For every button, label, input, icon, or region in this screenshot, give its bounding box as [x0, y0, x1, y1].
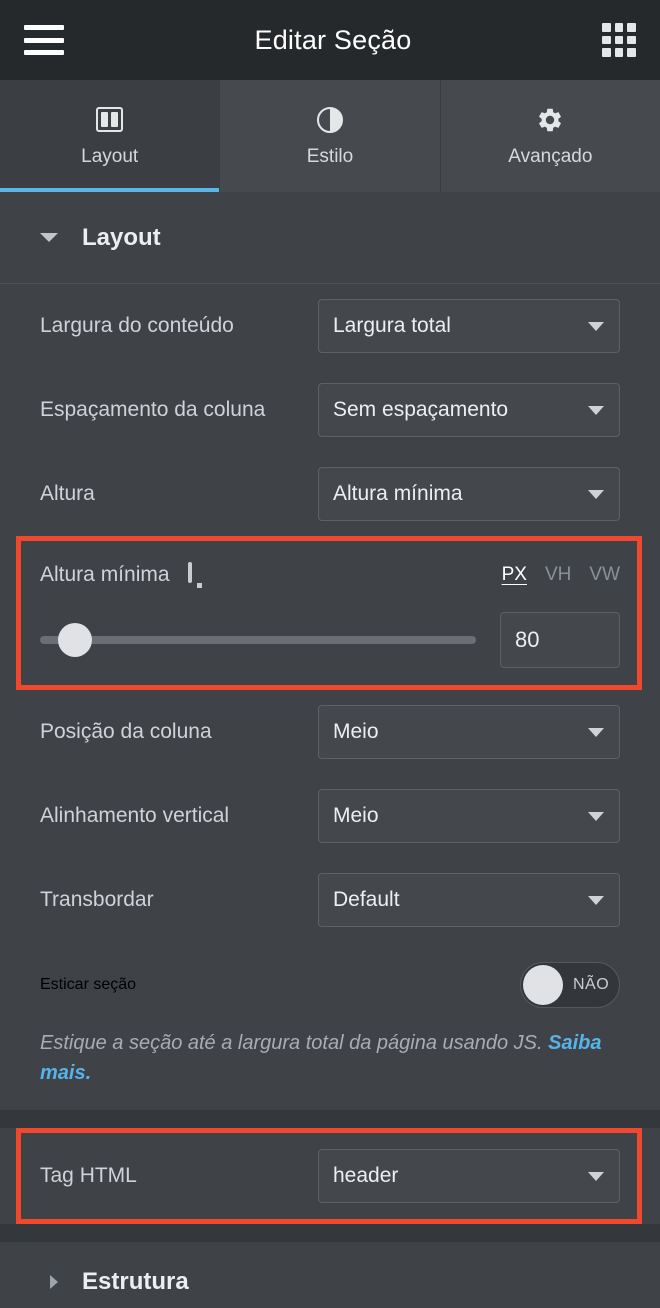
- min-height-slider[interactable]: [40, 623, 476, 657]
- control-column-position-label: Posição da coluna: [40, 720, 212, 743]
- elementor-edit-section-panel: Editar Seção Layout Estilo Avançado Layo…: [0, 0, 660, 1308]
- slider-track: [40, 636, 476, 644]
- height-value: Altura mínima: [333, 482, 463, 505]
- grid-apps-icon[interactable]: [602, 23, 636, 57]
- chevron-down-icon: [588, 727, 604, 737]
- toggle-knob: [523, 965, 563, 1005]
- control-column-gap: Espaçamento da coluna Sem espaçamento: [40, 368, 620, 452]
- min-height-header: Altura mínima PX VH VW: [40, 552, 620, 598]
- section-header-layout-label: Layout: [82, 223, 161, 251]
- unit-vw[interactable]: VW: [589, 564, 620, 586]
- tab-avancado[interactable]: Avançado: [441, 80, 660, 192]
- min-height-unit-switcher: PX VH VW: [502, 564, 620, 586]
- control-column-gap-label: Espaçamento da coluna: [40, 398, 266, 421]
- column-position-select[interactable]: Meio: [318, 705, 620, 759]
- unit-px[interactable]: PX: [502, 564, 527, 586]
- column-position-value: Meio: [333, 720, 379, 743]
- layout-controls: Largura do conteúdo Largura total Espaça…: [0, 284, 660, 1308]
- html-tag-select[interactable]: header: [318, 1149, 620, 1203]
- control-content-width: Largura do conteúdo Largura total: [40, 284, 620, 368]
- controls-divider: [0, 1110, 660, 1128]
- vertical-align-select[interactable]: Meio: [318, 789, 620, 843]
- unit-vh[interactable]: VH: [545, 564, 571, 586]
- section-divider: [0, 1224, 660, 1242]
- tab-estilo-label: Estilo: [306, 145, 354, 167]
- height-select[interactable]: Altura mínima: [318, 467, 620, 521]
- chevron-down-icon: [588, 1171, 604, 1181]
- tab-avancado-label: Avançado: [508, 145, 593, 167]
- tab-layout-label: Layout: [81, 145, 139, 167]
- stretch-section-help-text: Estique a seção até a largura total da p…: [40, 1032, 543, 1054]
- chevron-down-icon: [588, 321, 604, 331]
- control-min-height: Altura mínima PX VH VW: [16, 536, 642, 690]
- chevron-down-icon: [588, 489, 604, 499]
- stretch-section-help: Estique a seção até a largura total da p…: [40, 1028, 620, 1110]
- content-width-select[interactable]: Largura total: [318, 299, 620, 353]
- control-min-height-label: Altura mínima: [40, 563, 170, 586]
- panel-topbar: Editar Seção: [0, 0, 660, 80]
- control-column-position: Posição da coluna Meio: [40, 690, 620, 774]
- overflow-select[interactable]: Default: [318, 873, 620, 927]
- control-overflow: Transbordar Default: [40, 858, 620, 942]
- overflow-value: Default: [333, 888, 400, 911]
- control-html-tag: Tag HTML header: [16, 1128, 642, 1224]
- section-header-estrutura[interactable]: Estrutura: [0, 1242, 660, 1308]
- section-header-layout[interactable]: Layout: [0, 192, 660, 284]
- gear-icon: [536, 105, 564, 135]
- tab-layout[interactable]: Layout: [0, 80, 221, 192]
- column-gap-value: Sem espaçamento: [333, 398, 509, 421]
- control-height: Altura Altura mínima: [40, 452, 620, 536]
- control-html-tag-label: Tag HTML: [40, 1164, 137, 1187]
- control-overflow-label: Transbordar: [40, 888, 154, 911]
- section-header-estrutura-label: Estrutura: [82, 1268, 189, 1295]
- caret-right-icon: [50, 1275, 58, 1289]
- toggle-state-label: NÃO: [573, 976, 610, 993]
- control-stretch-section: Esticar seção NÃO: [40, 942, 620, 1028]
- content-width-value: Largura total: [333, 314, 451, 337]
- hamburger-menu-icon[interactable]: [24, 25, 64, 55]
- column-gap-select[interactable]: Sem espaçamento: [318, 383, 620, 437]
- control-content-width-label: Largura do conteúdo: [40, 314, 234, 337]
- control-vertical-align: Alinhamento vertical Meio: [40, 774, 620, 858]
- panel-tabs: Layout Estilo Avançado: [0, 80, 660, 192]
- html-tag-value: header: [333, 1164, 399, 1187]
- contrast-icon: [316, 105, 343, 135]
- page-title: Editar Seção: [254, 24, 412, 55]
- control-vertical-align-label: Alinhamento vertical: [40, 804, 230, 827]
- desktop-monitor-icon[interactable]: [187, 562, 212, 588]
- slider-handle[interactable]: [57, 623, 92, 657]
- control-stretch-section-label: Esticar seção: [40, 976, 137, 993]
- min-height-slider-row: [40, 612, 620, 668]
- chevron-down-icon: [588, 405, 604, 415]
- min-height-input[interactable]: [500, 612, 620, 668]
- chevron-down-icon: [588, 811, 604, 821]
- tab-estilo[interactable]: Estilo: [220, 80, 441, 192]
- control-height-label: Altura: [40, 482, 95, 505]
- stretch-section-toggle[interactable]: NÃO: [520, 962, 620, 1008]
- columns-icon: [96, 105, 124, 135]
- vertical-align-value: Meio: [333, 804, 379, 827]
- chevron-down-icon: [588, 895, 604, 905]
- caret-down-icon: [40, 233, 58, 242]
